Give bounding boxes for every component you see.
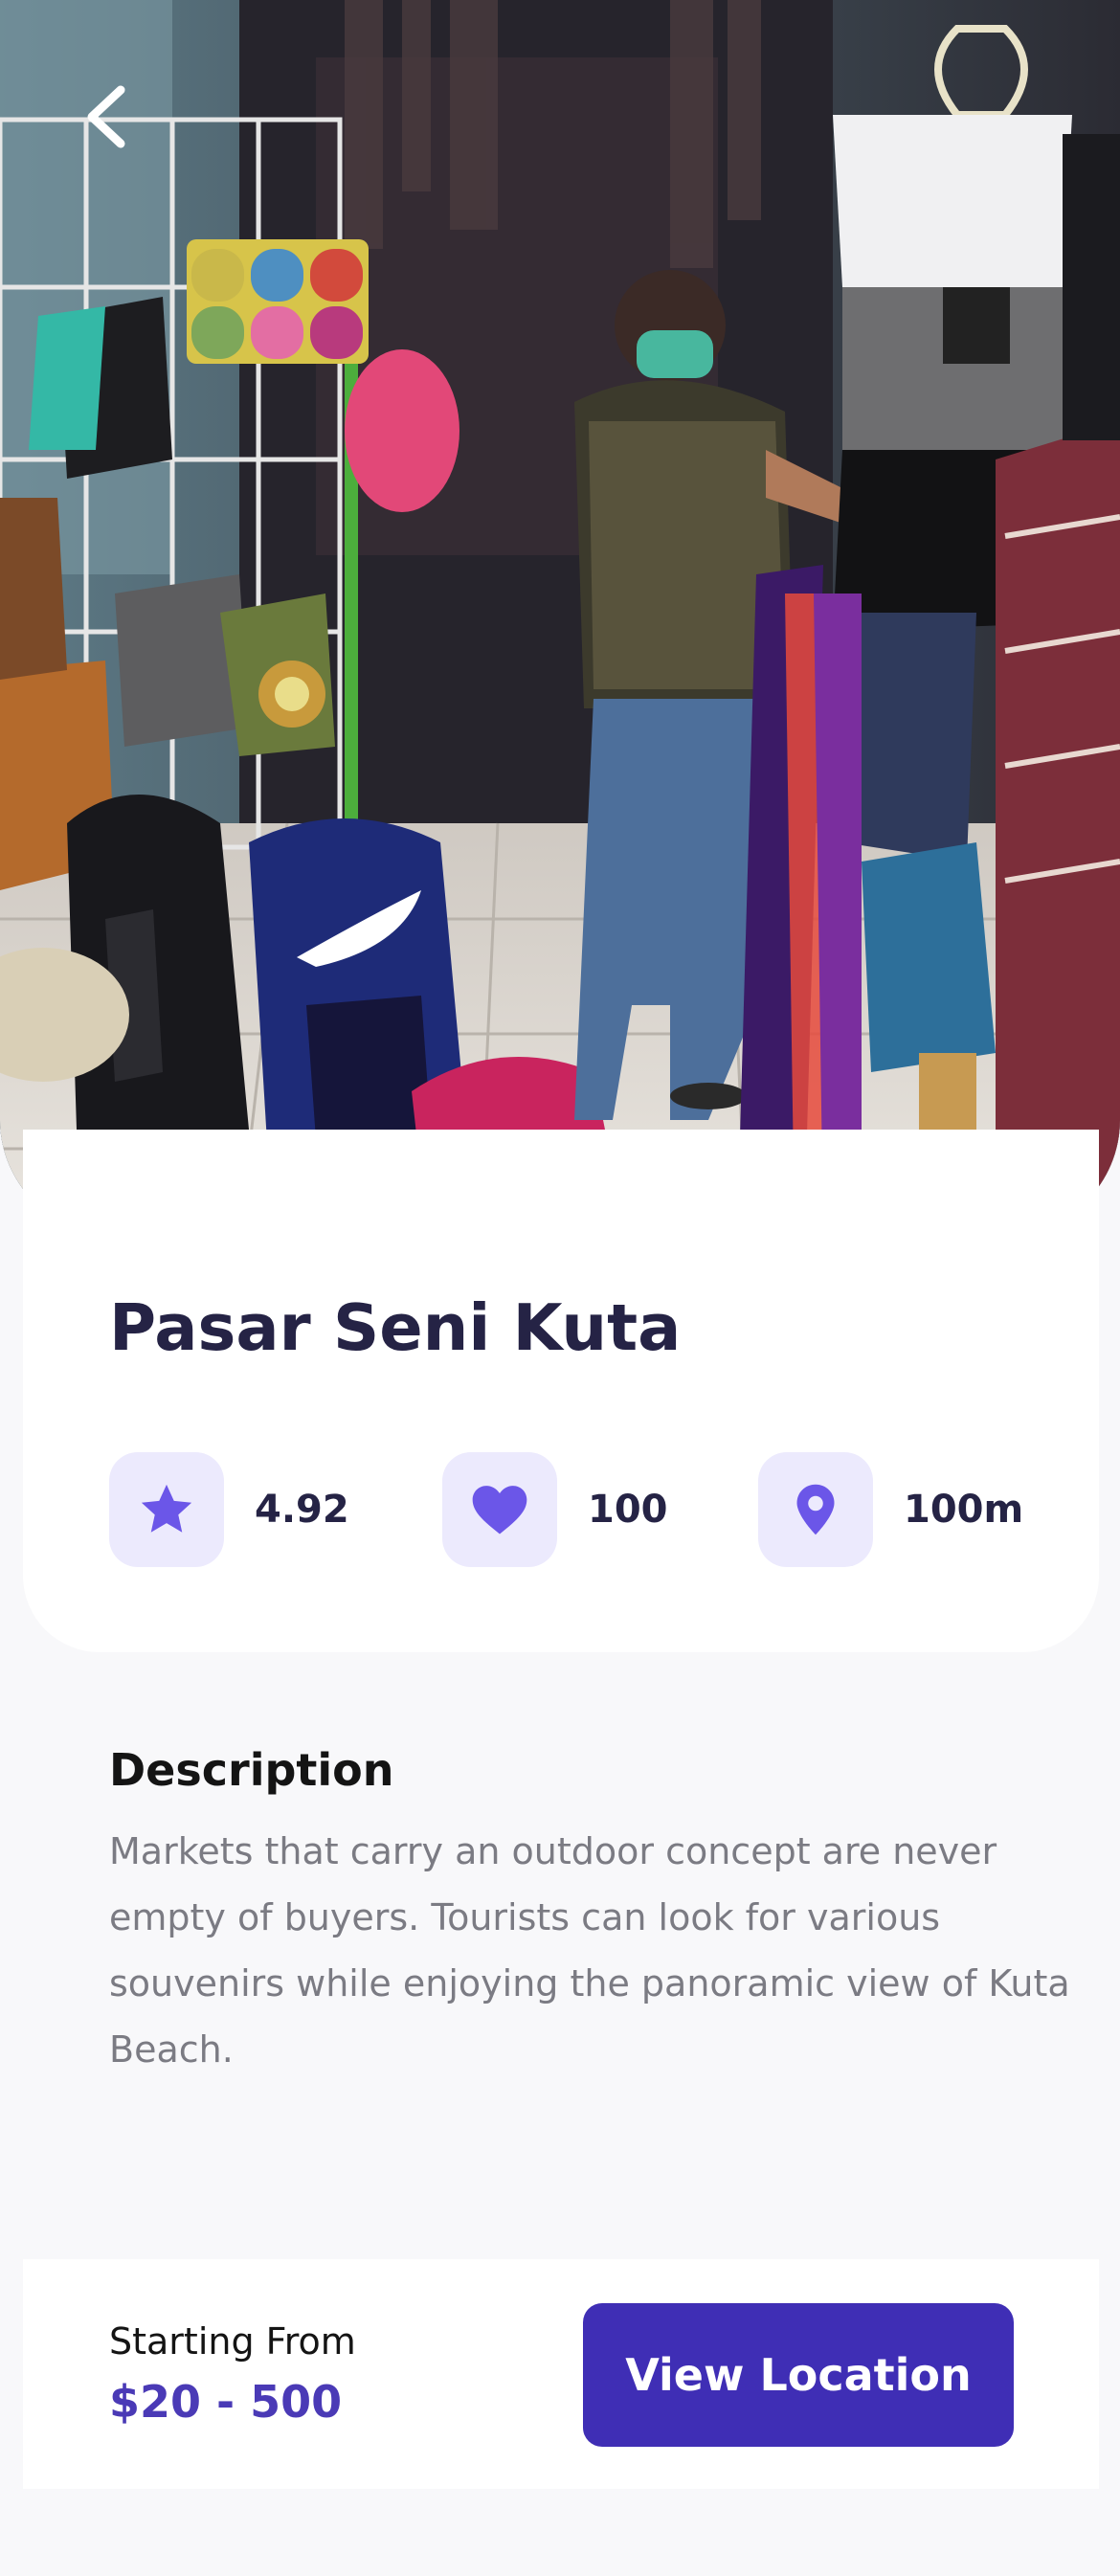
heart-icon <box>472 1486 527 1534</box>
place-info-card: Pasar Seni Kuta 4.92 100 100m <box>23 1130 1099 1652</box>
back-button[interactable] <box>78 82 136 151</box>
hero-photo <box>0 0 1120 1235</box>
page-title: Pasar Seni Kuta <box>109 1290 682 1365</box>
price-value: $20 - 500 <box>109 2376 343 2428</box>
distance-icon-badge <box>758 1452 873 1567</box>
star-icon <box>141 1484 192 1533</box>
likes-stat: 100 <box>442 1452 668 1567</box>
bottom-action-bar: Starting From $20 - 500 View Location <box>23 2259 1099 2489</box>
rating-icon-badge <box>109 1452 224 1567</box>
description-text: Markets that carry an outdoor concept ar… <box>109 1830 1070 2071</box>
location-pin-icon <box>796 1484 835 1535</box>
likes-value: 100 <box>588 1488 668 1532</box>
distance-stat: 100m <box>758 1452 1023 1567</box>
view-location-button[interactable]: View Location <box>583 2303 1014 2447</box>
market-photo <box>0 0 1120 1235</box>
rating-stat: 4.92 <box>109 1452 349 1567</box>
likes-icon-badge[interactable] <box>442 1452 557 1567</box>
price-label: Starting From <box>109 2320 356 2363</box>
description-heading: Description <box>109 1744 394 1796</box>
rating-value: 4.92 <box>255 1488 349 1532</box>
chevron-left-icon <box>87 85 125 148</box>
distance-value: 100m <box>904 1488 1024 1532</box>
